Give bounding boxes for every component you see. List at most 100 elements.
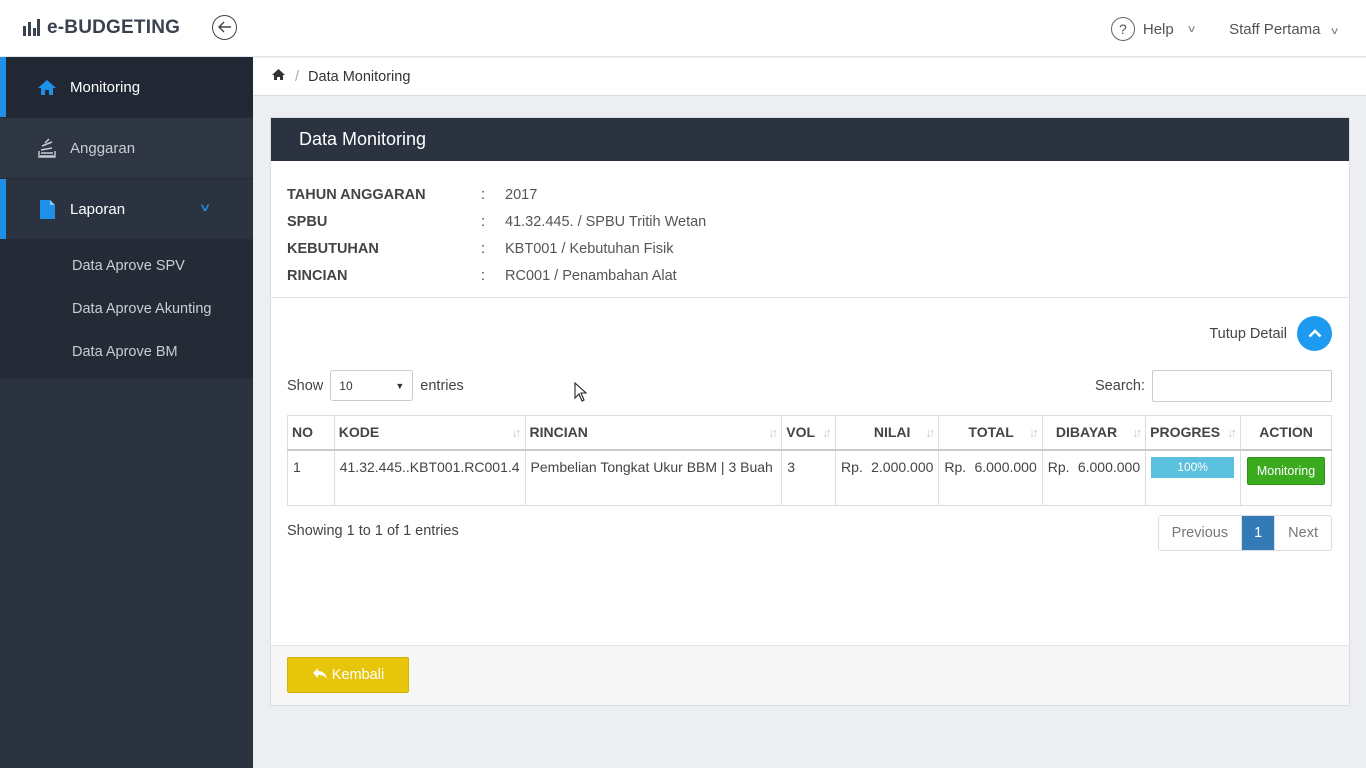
top-right-menu: ? Help ∨ Staff Pertama ∨ [1110, 17, 1340, 41]
pagination-previous[interactable]: Previous [1159, 516, 1243, 550]
info-colon: : [481, 213, 486, 230]
monitoring-table: NO KODE ↓↑ RINCIAN ↓↑ VOL ↓↑ NILAI ↓↑ TOTAL ↓… [287, 415, 1332, 506]
user-menu[interactable]: Staff Pertama ∨ [1229, 20, 1340, 38]
entries-label: entries [420, 377, 464, 394]
back-button[interactable]: Kembali [287, 657, 409, 693]
table-row: 1 41.32.445..KBT001.RC001.4 Pembelian To… [287, 449, 1332, 506]
sidebar-item-label: Monitoring [70, 78, 141, 96]
file-icon [36, 199, 58, 220]
info-row-tahun: TAHUN ANGGARAN : 2017 [287, 181, 1349, 208]
chevron-down-icon: ∨ [1186, 23, 1197, 35]
chevron-down-icon: ∨ [198, 202, 212, 214]
info-row-kebutuhan: KEBUTUHAN : KBT001 / Kebutuhan Fisik [287, 235, 1349, 262]
sidebar-item-label: Anggaran [70, 139, 136, 157]
brand[interactable]: e-BUDGETING [22, 17, 180, 39]
bar-chart-icon [22, 18, 41, 39]
info-value: KBT001 / Kebutuhan Fisik [505, 240, 674, 257]
column-header-dibayar[interactable]: DIBAYAR ↓↑ [1041, 415, 1147, 451]
cell-total: Rp. 6.000.000 [938, 449, 1043, 506]
sidebar-item-anggaran[interactable]: Anggaran [0, 118, 253, 179]
monitoring-button[interactable]: Monitoring [1246, 456, 1326, 485]
column-header-no: NO [287, 415, 335, 451]
sidebar-item-label: Laporan [70, 200, 126, 218]
sort-icon: ↓↑ [822, 425, 832, 440]
info-value: 41.32.445. / SPBU Tritih Wetan [505, 213, 707, 230]
sort-icon: ↓↑ [511, 425, 522, 440]
sidebar: Monitoring Anggaran Laporan ∨ Data Aprov… [0, 57, 253, 768]
entries-length: Show 10 ▼ entries [287, 370, 464, 401]
pagination: Previous 1 Next [1157, 515, 1332, 551]
help-menu[interactable]: ? Help ∨ [1110, 17, 1197, 41]
sort-icon: ↓↑ [768, 425, 778, 440]
info-row-rincian: RINCIAN : RC001 / Penambahan Alat [287, 262, 1349, 289]
cell-rincian: Pembelian Tongkat Ukur BBM | 3 Buah [524, 449, 783, 506]
column-header-vol[interactable]: VOL ↓↑ [781, 415, 837, 451]
caret-down-icon: ▼ [395, 380, 405, 391]
info-label: KEBUTUHAN [287, 240, 379, 257]
submenu-laporan: Data Aprove SPV Data Aprove Akunting Dat… [0, 240, 253, 379]
user-label: Staff Pertama [1229, 20, 1321, 38]
table-search: Search: [1095, 370, 1332, 402]
info-label: RINCIAN [287, 267, 348, 284]
info-label: SPBU [287, 213, 328, 230]
table-header-row: NO KODE ↓↑ RINCIAN ↓↑ VOL ↓↑ NILAI ↓↑ TOTAL ↓… [287, 415, 1332, 451]
column-header-rincian[interactable]: RINCIAN ↓↑ [524, 415, 783, 451]
progress-bar: 100% [1151, 456, 1235, 478]
pagination-next[interactable]: Next [1275, 516, 1331, 550]
home-icon [36, 79, 58, 96]
cell-vol: 3 [781, 449, 837, 506]
monitoring-card: Data Monitoring TAHUN ANGGARAN : 2017 SP… [270, 117, 1350, 706]
brand-name: e-BUDGETING [47, 17, 181, 38]
breadcrumb: / Data Monitoring [253, 58, 1366, 96]
arrow-left-icon [217, 20, 232, 36]
info-colon: : [481, 267, 486, 284]
back-label: Kembali [331, 667, 385, 683]
reply-icon [312, 667, 328, 684]
show-label: Show [287, 377, 324, 394]
help-label: Help [1142, 20, 1174, 38]
toggle-detail[interactable]: Tutup Detail [1209, 316, 1332, 351]
info-value: RC001 / Penambahan Alat [505, 267, 677, 284]
breadcrumb-separator: / [295, 68, 300, 85]
home-icon[interactable] [271, 68, 286, 85]
pagination-page[interactable]: 1 [1242, 516, 1276, 550]
toggle-detail-label: Tutup Detail [1209, 325, 1287, 342]
collapse-sidebar-button[interactable] [212, 15, 237, 40]
info-label: TAHUN ANGGARAN [287, 186, 426, 203]
sidebar-item-monitoring[interactable]: Monitoring [0, 57, 253, 118]
stack-icon [36, 138, 58, 158]
question-icon: ? [1110, 17, 1135, 41]
column-header-nilai[interactable]: NILAI ↓↑ [835, 415, 940, 451]
column-header-action: ACTION [1240, 415, 1332, 451]
search-input[interactable] [1152, 370, 1332, 402]
chevron-up-icon[interactable] [1297, 316, 1332, 351]
sort-icon: ↓↑ [925, 425, 935, 440]
card-title: Data Monitoring [271, 118, 1349, 161]
entries-select[interactable]: 10 ▼ [330, 370, 414, 401]
cell-action: Monitoring [1240, 449, 1332, 506]
column-header-progres[interactable]: PROGRES ↓↑ [1145, 415, 1242, 451]
submenu-item-aprove-akunting[interactable]: Data Aprove Akunting [0, 287, 253, 330]
submenu-item-aprove-bm[interactable]: Data Aprove BM [0, 330, 253, 373]
breadcrumb-current: Data Monitoring [308, 68, 411, 85]
sort-icon: ↓↑ [1028, 425, 1039, 440]
sidebar-item-laporan[interactable]: Laporan ∨ [0, 179, 253, 240]
info-row-spbu: SPBU : 41.32.445. / SPBU Tritih Wetan [287, 208, 1349, 235]
cell-progres: 100% [1145, 449, 1242, 506]
cell-kode: 41.32.445..KBT001.RC001.4 [333, 449, 526, 506]
entries-value: 10 [339, 378, 353, 393]
column-header-total[interactable]: TOTAL ↓↑ [938, 415, 1043, 451]
cell-no: 1 [287, 449, 335, 506]
info-colon: : [481, 240, 486, 257]
column-header-kode[interactable]: KODE ↓↑ [333, 415, 526, 451]
detail-info: TAHUN ANGGARAN : 2017 SPBU : 41.32.445. … [271, 161, 1349, 298]
top-bar: e-BUDGETING ? Help ∨ Staff Pertama ∨ [0, 0, 1366, 57]
cell-nilai: Rp. 2.000.000 [835, 449, 940, 506]
chevron-down-icon: ∨ [1329, 25, 1340, 37]
info-value: 2017 [505, 186, 538, 203]
info-colon: : [481, 186, 486, 203]
cell-dibayar: Rp. 6.000.000 [1041, 449, 1147, 506]
sort-icon: ↓↑ [1132, 425, 1142, 440]
card-footer: Kembali [271, 645, 1349, 705]
submenu-item-aprove-spv[interactable]: Data Aprove SPV [0, 244, 253, 287]
